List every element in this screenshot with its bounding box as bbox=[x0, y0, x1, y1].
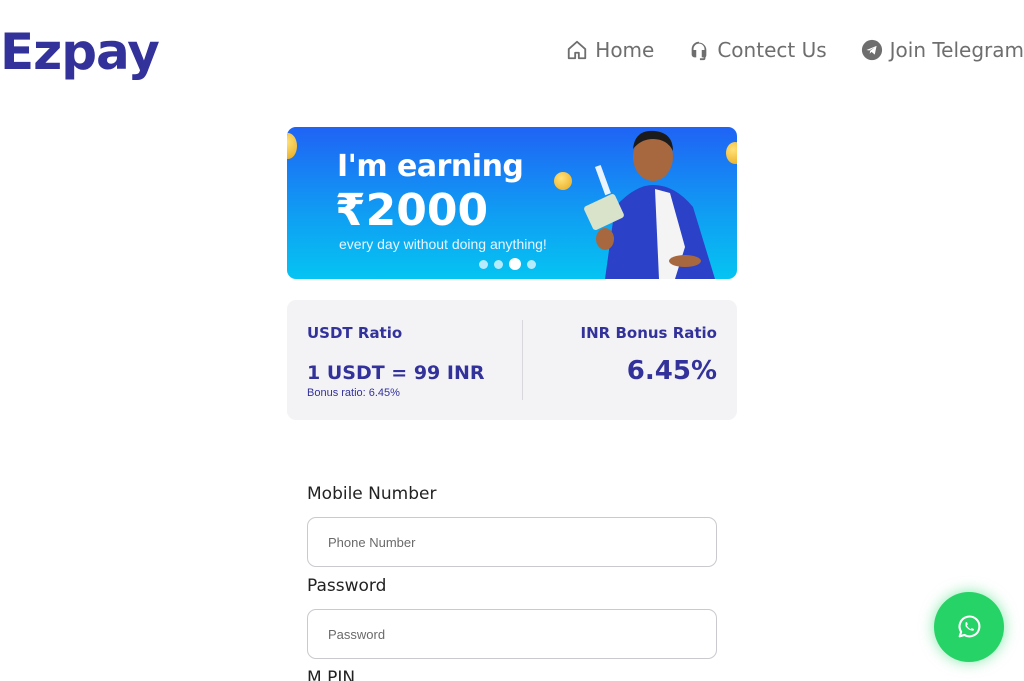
headset-icon bbox=[692, 41, 707, 61]
promo-banner[interactable]: I'm earning ₹2000 every day without doin… bbox=[287, 127, 737, 279]
usdt-ratio-value: 1 USDT = 99 INR bbox=[307, 362, 485, 384]
banner-subtitle: every day without doing anything! bbox=[339, 236, 547, 252]
nav-telegram[interactable]: Join Telegram bbox=[861, 38, 1024, 62]
inr-bonus-value: 6.45% bbox=[626, 356, 717, 386]
mpin-label: M PIN bbox=[307, 668, 356, 681]
nav-contact[interactable]: Contect Us bbox=[688, 38, 827, 62]
phone-number-input[interactable] bbox=[307, 517, 717, 567]
brand-logo[interactable]: Ezpay bbox=[0, 22, 160, 82]
coin-graphic bbox=[726, 142, 737, 164]
whatsapp-icon bbox=[958, 615, 981, 638]
inr-bonus-section: INR Bonus Ratio 6.45% bbox=[581, 324, 717, 386]
coin-graphic bbox=[287, 133, 297, 159]
nav-home-label: Home bbox=[595, 38, 655, 62]
password-label: Password bbox=[307, 576, 387, 596]
coin-graphic bbox=[554, 172, 572, 190]
telegram-icon bbox=[861, 39, 882, 61]
home-icon bbox=[568, 40, 587, 60]
carousel-dot[interactable] bbox=[494, 259, 503, 269]
ratio-divider bbox=[522, 320, 523, 400]
banner-title: I'm earning bbox=[337, 149, 524, 184]
banner-amount: ₹2000 bbox=[335, 185, 489, 236]
carousel-dot[interactable] bbox=[479, 259, 488, 269]
nav-telegram-label: Join Telegram bbox=[889, 38, 1024, 62]
nav-contact-label: Contect Us bbox=[717, 38, 827, 62]
carousel-dots bbox=[479, 258, 536, 270]
whatsapp-button[interactable] bbox=[934, 592, 1004, 662]
ratio-card: USDT Ratio 1 USDT = 99 INR Bonus ratio: … bbox=[287, 300, 737, 420]
carousel-dot[interactable] bbox=[527, 259, 536, 269]
carousel-dot-active[interactable] bbox=[509, 258, 521, 270]
usdt-bonus-note: Bonus ratio: 6.45% bbox=[307, 387, 400, 399]
top-nav: Home Contect Us Join Telegram bbox=[566, 38, 1024, 62]
password-input[interactable] bbox=[307, 609, 717, 659]
inr-bonus-label: INR Bonus Ratio bbox=[580, 324, 717, 342]
usdt-ratio-section: USDT Ratio 1 USDT = 99 INR Bonus ratio: … bbox=[307, 324, 485, 399]
nav-home[interactable]: Home bbox=[566, 38, 654, 62]
usdt-ratio-label: USDT Ratio bbox=[307, 324, 403, 342]
mobile-number-label: Mobile Number bbox=[307, 484, 437, 504]
man-holding-money-image bbox=[584, 130, 715, 279]
